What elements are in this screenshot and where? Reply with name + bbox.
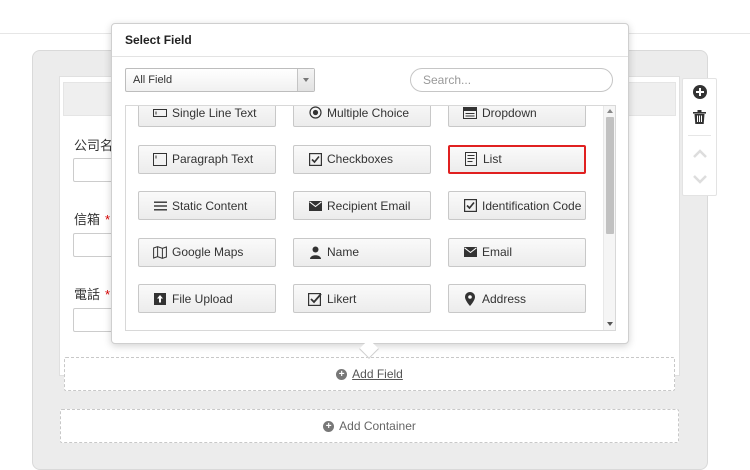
required-mark: * <box>105 287 111 302</box>
single-line-text-icon <box>153 106 167 120</box>
field-type-label: Google Maps <box>172 245 244 259</box>
field-type-label: Dropdown <box>482 105 537 120</box>
move-up-icon[interactable] <box>683 146 716 162</box>
field-type-label: Single Line Text <box>172 105 257 120</box>
add-container-label: Add Container <box>339 419 416 433</box>
field-type-label: Static Content <box>172 198 248 213</box>
checkbox-icon <box>463 199 477 213</box>
category-select-value: All Field <box>133 74 173 86</box>
field-type-address[interactable]: Address <box>448 284 586 313</box>
dropdown-icon <box>463 106 477 120</box>
popup-title: Select Field <box>125 33 192 47</box>
field-type-likert[interactable]: Likert <box>293 284 431 313</box>
add-circle-icon[interactable] <box>683 85 716 102</box>
scroll-up-arrow[interactable] <box>607 109 613 113</box>
email-label: 信箱 * <box>74 212 111 227</box>
check-box-icon <box>308 292 322 306</box>
field-type-label: File Upload <box>172 291 233 306</box>
add-field-link[interactable]: Add Field <box>352 367 403 381</box>
field-type-multiple-choice[interactable]: Multiple Choice <box>293 105 431 127</box>
required-mark: * <box>105 212 111 227</box>
field-type-label: Name <box>327 245 360 259</box>
envelope-icon <box>308 199 322 213</box>
map-marker-icon <box>463 291 477 306</box>
field-type-label: Checkboxes <box>327 152 394 166</box>
field-type-list[interactable]: List <box>448 144 586 174</box>
field-type-label: List <box>483 152 502 166</box>
upload-icon <box>153 292 167 306</box>
field-types-grid: Single Line Text Multiple Choice Dropdown P… <box>125 105 616 331</box>
select-field-popup: Select Field All Field Single Line Text M… <box>111 23 629 359</box>
list-icon <box>464 152 478 166</box>
add-field-area[interactable]: + Add Field <box>64 357 675 391</box>
field-type-checkboxes[interactable]: Checkboxes <box>293 144 431 174</box>
field-type-email[interactable]: Email <box>448 237 586 267</box>
chevron-down-icon[interactable] <box>297 69 314 91</box>
field-type-static-content[interactable]: Static Content <box>138 191 276 220</box>
field-type-google-maps[interactable]: Google Maps <box>138 237 276 267</box>
company-label: 公司名 <box>74 138 114 153</box>
plus-circle-icon: + <box>323 420 335 432</box>
paragraph-text-icon <box>153 152 167 166</box>
lines-icon <box>153 199 167 213</box>
field-type-single-line-text[interactable]: Single Line Text <box>138 105 276 127</box>
field-type-label: Address <box>482 291 527 306</box>
field-type-label: Email <box>482 245 513 259</box>
plus-circle-icon: + <box>336 368 348 380</box>
field-type-label: Paragraph Text <box>172 152 254 166</box>
move-down-icon[interactable] <box>683 171 716 187</box>
field-type-label: Identification Code <box>482 198 582 213</box>
map-icon <box>153 245 167 259</box>
field-type-recipient-email[interactable]: Recipient Email <box>293 191 431 220</box>
field-type-dropdown[interactable]: Dropdown <box>448 105 586 127</box>
field-type-paragraph-text[interactable]: Paragraph Text <box>138 144 276 174</box>
field-type-label: Multiple Choice <box>327 105 410 120</box>
category-select[interactable]: All Field <box>125 68 315 92</box>
scrollbar[interactable] <box>603 106 615 330</box>
trash-icon[interactable] <box>683 110 716 127</box>
phone-label: 電話 * <box>74 287 111 302</box>
field-type-name[interactable]: Name <box>293 237 431 267</box>
envelope-icon <box>463 245 477 259</box>
add-container-area[interactable]: + Add Container <box>60 409 679 443</box>
field-type-identification-code[interactable]: Identification Code <box>448 191 586 220</box>
search-input[interactable] <box>410 68 613 92</box>
person-icon <box>308 245 322 259</box>
field-type-label: Likert <box>327 291 357 306</box>
scroll-down-arrow[interactable] <box>607 322 613 326</box>
field-type-label: Recipient Email <box>327 198 411 213</box>
field-type-file-upload[interactable]: File Upload <box>138 284 276 313</box>
tools-divider <box>688 135 711 136</box>
checkbox-icon <box>308 152 322 166</box>
radio-icon <box>308 106 322 120</box>
popup-header: Select Field <box>112 24 628 57</box>
section-tools <box>682 78 717 196</box>
scrollbar-thumb[interactable] <box>606 117 614 234</box>
